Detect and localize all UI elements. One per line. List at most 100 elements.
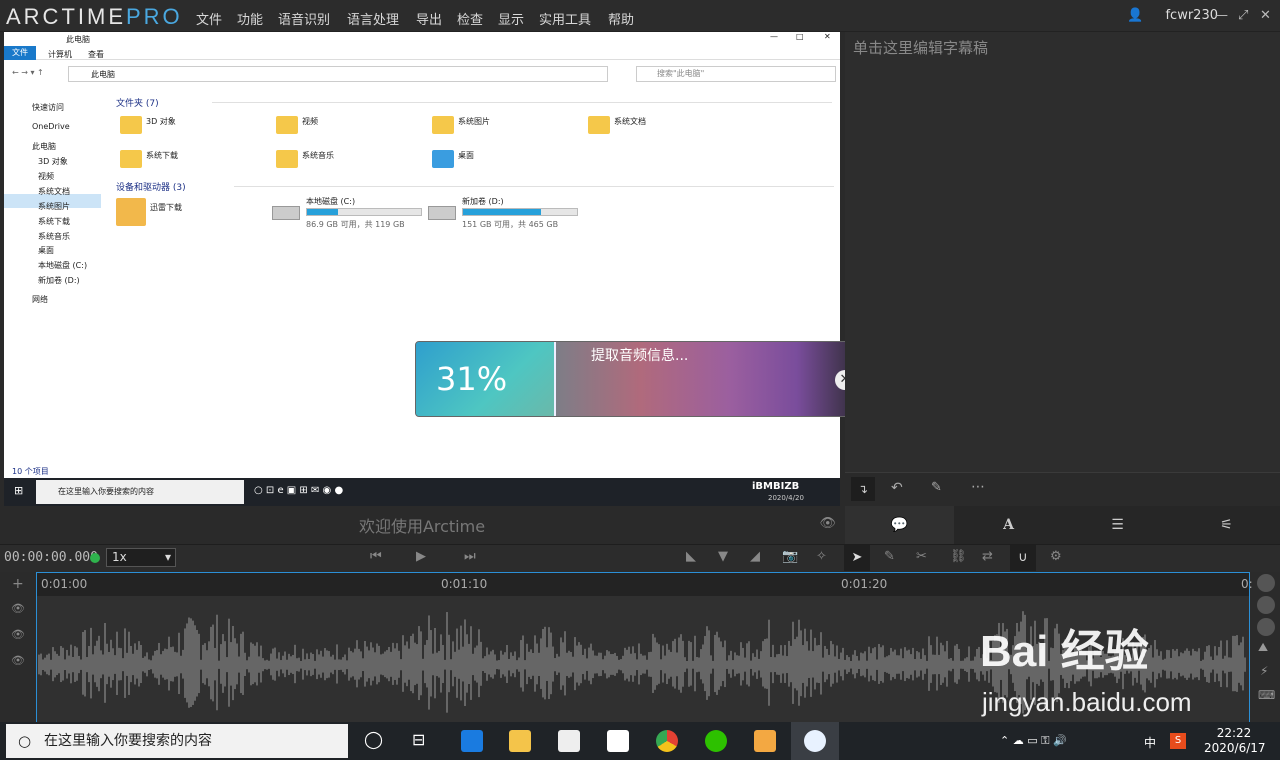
- eye-icon[interactable]: 👁: [11, 602, 25, 615]
- tab-settings-icon[interactable]: ⚟: [1172, 506, 1280, 544]
- xe-folder-item: 视频: [302, 117, 318, 126]
- add-track-icon[interactable]: +: [12, 576, 24, 592]
- xe-taskbar: ⊞ 在这里输入你要搜索的内容 ○ ⊡ e ▣ ⊞ ✉ ◉ ● iBMBIZB 2…: [4, 478, 840, 506]
- xe-folder-item: 系统音乐: [302, 151, 334, 160]
- edge-icon[interactable]: [461, 730, 483, 752]
- close-icon[interactable]: ✕: [1260, 8, 1271, 23]
- arctime-icon: [804, 730, 826, 752]
- store-icon[interactable]: [558, 730, 580, 752]
- xe-file-tab: 文件: [4, 46, 36, 60]
- taskbar-search[interactable]: ○ 在这里输入你要搜索的内容: [6, 724, 348, 758]
- magnet-icon[interactable]: ∪: [1010, 545, 1036, 571]
- play-icon[interactable]: ▶: [416, 549, 426, 564]
- eye-icon[interactable]: 👁: [11, 628, 25, 641]
- ruler-label: 0:01:00: [41, 577, 88, 591]
- username[interactable]: fcwr230: [1165, 8, 1218, 23]
- sogou-icon[interactable]: S: [1170, 733, 1186, 749]
- xe-folder-item: 3D 对象: [146, 117, 176, 126]
- menu-language[interactable]: 语言处理: [347, 9, 399, 28]
- video-preview[interactable]: 此电脑 — □ ✕ 计算机 查看 文件 ← → ▾ ↑ 此电脑 搜索"此电脑" …: [4, 32, 840, 506]
- folder-icon: [276, 116, 298, 134]
- speed-select[interactable]: 1x ▾: [106, 548, 176, 567]
- xe-nav-item: 本地磁盘 (C:): [38, 261, 88, 270]
- magic-icon[interactable]: ✧: [816, 549, 827, 564]
- chrome-icon[interactable]: [656, 730, 678, 752]
- maximize-icon[interactable]: ⤢: [1238, 8, 1248, 23]
- menu-help[interactable]: 帮助: [608, 9, 634, 28]
- timecode[interactable]: 00:00:00.000: [4, 550, 98, 565]
- loading-dialog: 31% 提取音频信息... ✕: [415, 341, 865, 417]
- subtitle-editor[interactable]: 单击这里编辑字幕稿: [845, 32, 1280, 472]
- drive-c-usage-bar: [306, 208, 422, 216]
- xe-folder-item: 系统图片: [458, 117, 490, 126]
- baidu-logo: Bai 经验: [980, 627, 1149, 676]
- menu-export[interactable]: 导出: [416, 9, 442, 28]
- folder-icon: [120, 116, 142, 134]
- xe-devices-header: 设备和驱动器 (3): [116, 183, 186, 193]
- time-ruler[interactable]: 0:01:00 0:01:10 0:01:20 0:: [36, 572, 1253, 596]
- pencil-icon[interactable]: ✎: [931, 480, 942, 495]
- ruler-label: 0:: [1241, 577, 1253, 591]
- more-icon[interactable]: ⋯: [971, 479, 985, 495]
- transport-bar: 00:00:00.000 1x ▾ ⏮ ▶ ⏭ ◣ ▼ ◢ 📷 ✧ ➤ ✎ ✂ ⛓…: [0, 544, 1280, 572]
- waveform-icon[interactable]: ⛰: [1258, 640, 1268, 655]
- knob-icon[interactable]: [1257, 596, 1275, 614]
- subtitle-editor-hint[interactable]: 单击这里编辑字幕稿: [853, 37, 988, 58]
- tray-icons[interactable]: ⌃ ☁ ▭ ⚿ 🔊: [1000, 734, 1067, 748]
- tab-font-icon[interactable]: A: [954, 506, 1063, 544]
- menu-check[interactable]: 检查: [457, 9, 483, 28]
- folder-icon: [276, 150, 298, 168]
- menu-tools[interactable]: 实用工具: [539, 9, 591, 28]
- xe-nav-item: 此电脑: [32, 142, 56, 151]
- next-icon[interactable]: ⏭: [464, 549, 476, 564]
- mark-out-icon[interactable]: ◢: [750, 549, 760, 564]
- explorer-nav: 快速访问 OneDrive 此电脑 3D 对象 视频 系统文档 系统图片 系统下…: [4, 88, 102, 468]
- menu-speech[interactable]: 语音识别: [278, 9, 330, 28]
- minimize-icon[interactable]: —: [1215, 8, 1228, 23]
- swap-icon[interactable]: ⇄: [982, 549, 993, 564]
- insert-icon[interactable]: ↴: [851, 477, 875, 501]
- wechat-icon[interactable]: [705, 730, 727, 752]
- flash-icon[interactable]: ⚡: [1260, 664, 1268, 678]
- scissors-icon[interactable]: ✂: [916, 549, 927, 564]
- arctime-taskbar-item[interactable]: [791, 722, 839, 760]
- menu-function[interactable]: 功能: [237, 9, 263, 28]
- knob-icon[interactable]: [1257, 574, 1275, 592]
- xe-nav-item: 系统下载: [38, 217, 70, 226]
- tab-comment-icon[interactable]: 💬: [845, 506, 954, 544]
- taskbar-clock[interactable]: 22:22 2020/6/17: [1204, 726, 1266, 756]
- xe-nav-item: 视频: [38, 172, 54, 181]
- task-view-icon[interactable]: ⊟: [412, 730, 425, 749]
- edit-icon[interactable]: ✎: [884, 549, 895, 564]
- welcome-text: 欢迎使用Arctime: [358, 517, 486, 536]
- drive-icon: [272, 206, 300, 220]
- cursor-icon[interactable]: ➤: [844, 545, 870, 571]
- xe-nav-item: 系统文档: [38, 187, 70, 196]
- mark-icon[interactable]: ▼: [718, 549, 728, 564]
- folder-icon[interactable]: [509, 730, 531, 752]
- tab-list-icon[interactable]: ☰: [1063, 506, 1172, 544]
- explorer-title: 此电脑: [66, 35, 90, 44]
- eye-icon[interactable]: 👁: [819, 516, 836, 531]
- mark-in-icon[interactable]: ◣: [686, 549, 696, 564]
- gear-icon[interactable]: ⚙: [1050, 549, 1062, 564]
- menubar: ARCTIMEPRO 文件 功能 语音识别 语言处理 导出 检查 显示 实用工具…: [0, 0, 1280, 32]
- menu-display[interactable]: 显示: [498, 9, 524, 28]
- editor-tabs: 💬 A ☰ ⚟: [845, 506, 1280, 544]
- thunder-folder-icon: [116, 198, 146, 226]
- xe-address-box: 此电脑: [68, 66, 608, 82]
- menu-file[interactable]: 文件: [196, 9, 222, 28]
- prev-icon[interactable]: ⏮: [370, 549, 382, 564]
- xe-nav-item: 系统音乐: [38, 232, 70, 241]
- app-icon[interactable]: [754, 730, 776, 752]
- undo-icon[interactable]: ↶: [891, 480, 903, 496]
- cortana-icon[interactable]: ◯: [364, 730, 383, 750]
- xe-device-name: 新加卷 (D:): [462, 197, 504, 206]
- mail-icon[interactable]: [607, 730, 629, 752]
- xe-nav-item: 快速访问: [32, 103, 64, 112]
- knob-icon[interactable]: [1257, 618, 1275, 636]
- ime-indicator[interactable]: 中: [1144, 734, 1156, 751]
- camera-icon[interactable]: 📷: [782, 549, 798, 564]
- link-icon[interactable]: ⛓: [950, 549, 967, 564]
- eye-icon[interactable]: 👁: [11, 654, 25, 667]
